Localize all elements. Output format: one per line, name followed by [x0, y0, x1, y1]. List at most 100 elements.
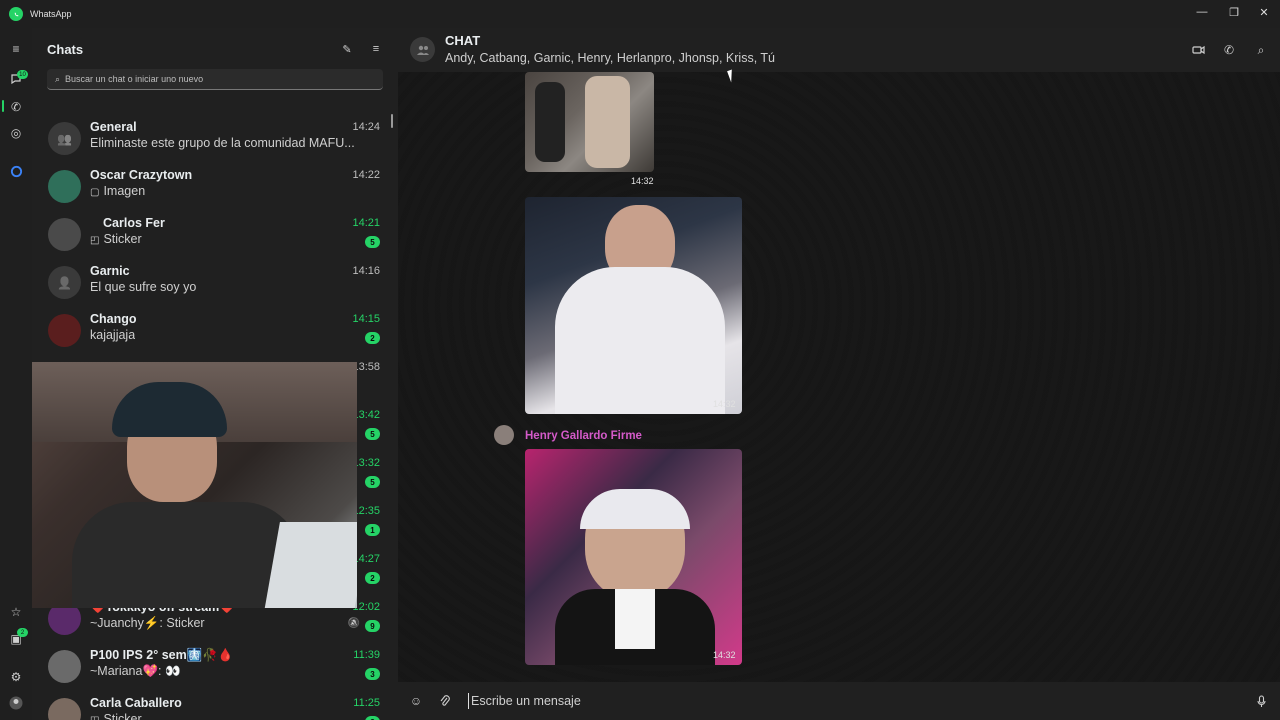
chat-list-item[interactable]: Carla Caballero ◰ Sticker 11:25 3: [32, 690, 398, 720]
chat-preview-text: kajajjaja: [90, 328, 136, 342]
message-time: 14:32: [713, 399, 736, 409]
chat-avatar: [48, 314, 81, 347]
search-chat-icon[interactable]: ⌕: [1251, 40, 1271, 60]
active-indicator: [2, 100, 4, 112]
unread-badge: 5: [365, 476, 380, 488]
sticker-icon: ◰: [90, 235, 100, 246]
chat-list-item[interactable]: 👤 Garnic El que sufre soy yo 14:16: [32, 258, 398, 306]
chat-avatar: 👤: [48, 266, 81, 299]
chat-list-item[interactable]: P100 IPS 2° sem🩻🥀🩸 ~Mariana💖: 👀 11:39 3: [32, 642, 398, 690]
group-name: CHAT: [445, 33, 481, 48]
chat-preview: Eliminaste este grupo de la comunidad MA…: [90, 136, 355, 150]
unread-badge: 3: [365, 668, 380, 680]
chat-name: Garnic: [90, 264, 130, 278]
profile-avatar[interactable]: [7, 694, 25, 712]
chat-preview-text: Sticker: [103, 712, 142, 720]
chat-preview-text: Eliminaste este grupo de la comunidad MA…: [90, 136, 355, 150]
sender-avatar[interactable]: [494, 425, 514, 445]
sticker-icon: ◰: [90, 715, 99, 720]
chat-time: 14:15: [352, 313, 380, 325]
minimize-icon[interactable]: —: [1186, 0, 1218, 24]
chat-name: P100 IPS 2° sem🩻🥀🩸: [90, 648, 234, 662]
chats-badge: 10: [17, 70, 28, 79]
unread-badge: 5: [365, 428, 380, 440]
status-icon[interactable]: ◎: [7, 124, 25, 142]
chat-preview: ~Juanchy⚡: Sticker: [90, 616, 205, 631]
attach-icon[interactable]: [436, 692, 454, 710]
video-call-icon[interactable]: [1188, 40, 1208, 60]
whatsapp-logo-icon: [9, 7, 23, 21]
chat-preview: ◰Sticker: [90, 232, 142, 246]
restore-icon[interactable]: ❐: [1218, 0, 1250, 24]
search-input[interactable]: ⌕ Buscar un chat o iniciar uno nuevo: [47, 69, 383, 90]
chat-preview: kajajjaja: [90, 328, 135, 342]
unread-badge: 1: [365, 524, 380, 536]
unread-badge: 3: [365, 716, 380, 720]
chat-avatar: [48, 650, 81, 683]
search-placeholder: Buscar un chat o iniciar uno nuevo: [65, 74, 204, 84]
muted-icon: 🔕: [347, 618, 360, 629]
group-members: Andy, Catbang, Garnic, Henry, Herlanpro,…: [445, 51, 776, 65]
group-avatar[interactable]: [410, 37, 435, 62]
menu-icon[interactable]: ≡: [7, 40, 25, 58]
chat-preview: ~Mariana💖: 👀: [90, 664, 181, 679]
unread-badge: 5: [365, 236, 380, 248]
conversation-header[interactable]: CHAT Andy, Catbang, Garnic, Henry, Herla…: [398, 28, 1280, 72]
chat-preview-text: ~Juanchy⚡: Sticker: [90, 616, 205, 630]
emoji-icon[interactable]: ☺: [407, 692, 425, 710]
unread-badge: 2: [365, 332, 380, 344]
chat-avatar: [48, 698, 81, 720]
chat-name: Oscar Crazytown: [90, 168, 193, 182]
chat-name: Carlos Fer: [103, 216, 165, 230]
archived-badge: 2: [17, 628, 28, 637]
microphone-icon[interactable]: [1252, 692, 1270, 710]
new-chat-icon[interactable]: ✎: [338, 40, 356, 58]
chat-time: 11:39: [353, 649, 380, 661]
conversation-panel: CHAT Andy, Catbang, Garnic, Henry, Herla…: [398, 28, 1280, 720]
app-title: WhatsApp: [30, 9, 72, 19]
chat-list-item[interactable]: Chango kajajjaja 14:15 2: [32, 306, 398, 354]
chat-preview-text: ~Mariana💖: 👀: [90, 664, 181, 678]
search-icon: ⌕: [55, 73, 61, 84]
starred-icon[interactable]: ☆: [7, 603, 25, 621]
chat-list-item[interactable]: Carlos Fer ◰ Sticker 14:21 5: [32, 210, 398, 258]
chat-avatar: [48, 218, 81, 251]
image-icon: ▢: [90, 187, 100, 198]
meta-ai-icon[interactable]: [7, 162, 25, 180]
message-input[interactable]: Escribe un mensaje: [468, 693, 581, 709]
chat-list-panel: Chats ✎ ≡ ⌕ Buscar un chat o iniciar uno…: [32, 28, 398, 720]
chat-preview-text: Sticker: [103, 232, 142, 246]
message-image[interactable]: [525, 197, 742, 414]
voice-call-icon[interactable]: ✆: [1219, 40, 1239, 60]
filter-icon[interactable]: ≡: [367, 40, 385, 58]
message-time: 14:32: [631, 176, 654, 186]
chat-preview-text: El que sufre soy yo: [90, 280, 197, 294]
message-image[interactable]: [525, 72, 654, 172]
unread-badge: 9: [365, 620, 380, 632]
calls-icon[interactable]: ✆: [7, 98, 25, 116]
webcam-overlay: [32, 362, 357, 608]
close-icon[interactable]: ✕: [1248, 0, 1280, 24]
chat-time: 11:25: [353, 697, 380, 709]
chat-list-item[interactable]: 👥 General Eliminaste este grupo de la comu…: [32, 114, 398, 162]
chat-preview: ◰ Sticker: [90, 712, 142, 720]
sender-name[interactable]: Henry Gallardo Firme: [525, 430, 642, 442]
chat-name: Chango: [90, 312, 137, 326]
chat-name: General: [90, 120, 137, 134]
chat-time: 14:21: [352, 217, 380, 229]
chat-name: Carla Caballero: [90, 696, 182, 710]
chat-preview: El que sufre soy yo: [90, 280, 196, 294]
title-bar: WhatsApp — ❐ ✕: [0, 0, 1280, 28]
chat-time: 14:24: [352, 121, 380, 133]
nav-rail: ≡ 10 ✆ ◎ ☆ ▣ 2 ⚙: [0, 28, 32, 720]
chat-list-item[interactable]: Oscar Crazytown ▢ Imagen 14:22: [32, 162, 398, 210]
chat-time: 14:16: [352, 265, 380, 277]
chat-preview: ▢ Imagen: [90, 184, 145, 198]
unread-badge: 2: [365, 572, 380, 584]
chat-preview-text: Imagen: [103, 184, 146, 198]
chats-title: Chats: [47, 42, 84, 57]
message-image[interactable]: [525, 449, 742, 665]
composer: ☺ Escribe un mensaje: [398, 682, 1280, 720]
settings-icon[interactable]: ⚙: [7, 668, 25, 686]
message-time: 14:32: [713, 650, 736, 660]
